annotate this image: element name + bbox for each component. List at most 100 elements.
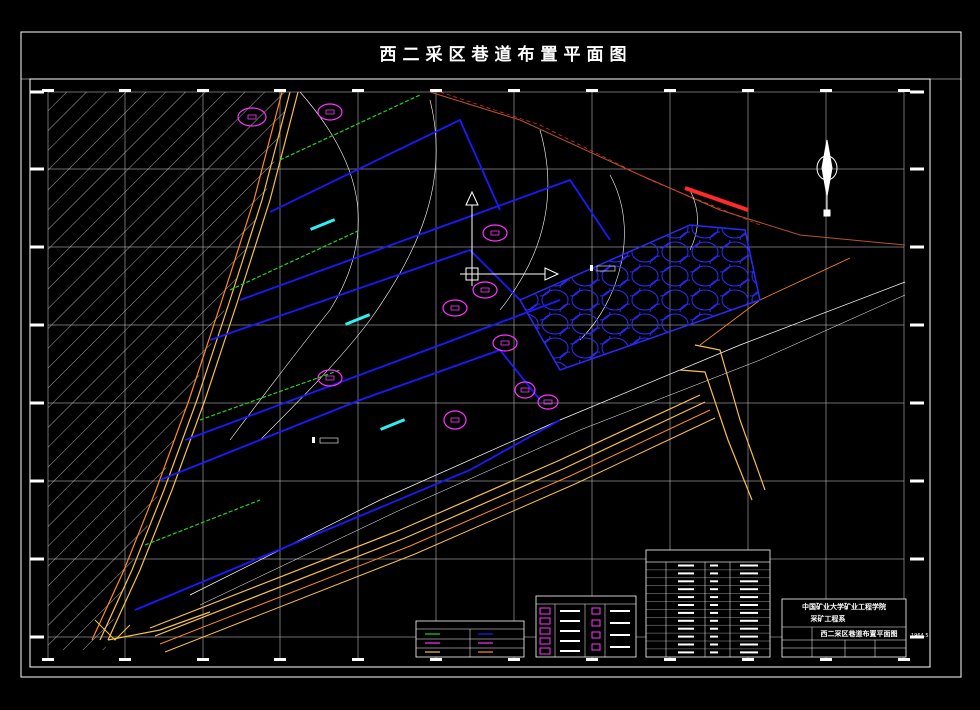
- grid-tick-bottom: [820, 658, 832, 661]
- parameter-table-cell: [710, 627, 718, 630]
- grid-tick-left: [30, 635, 44, 639]
- parameter-table-cell: [678, 619, 694, 622]
- grid-tick-right: [910, 401, 924, 405]
- parameter-table-cell: [740, 596, 758, 599]
- drawing-title: 西二采区巷道布置平面图: [380, 44, 633, 65]
- equipment-symbol: [450, 417, 460, 423]
- grid-tick-right: [910, 557, 924, 561]
- parameter-table-cell: [678, 596, 694, 599]
- equipment-symbol: [543, 399, 553, 405]
- equipment-callout-icon: [442, 299, 468, 317]
- equipment-callout-icon: [317, 369, 343, 387]
- title-block-school: 中国矿业大学矿业工程学院: [802, 602, 886, 611]
- parameter-table-cell: [710, 596, 718, 599]
- grid-tick-bottom: [664, 658, 676, 661]
- grid-tick-bottom: [508, 658, 520, 661]
- parameter-table-cell: [678, 635, 694, 638]
- equipment-callout-icon: [537, 394, 559, 410]
- parameter-table: [645, 549, 771, 658]
- parameter-table-cell: [740, 572, 758, 575]
- grid-tick-left: [30, 557, 44, 561]
- equipment-symbol: [500, 340, 510, 346]
- scale-note: 1964.5: [911, 633, 929, 639]
- grid-tick-bottom: [42, 658, 54, 661]
- grid-tick-left: [30, 167, 44, 171]
- equipment-symbol: [490, 230, 500, 236]
- grid-tick-bottom: [742, 658, 754, 661]
- grid-tick-bottom: [430, 658, 442, 661]
- grid-tick-left: [30, 323, 44, 327]
- grid-tick-right: [910, 245, 924, 249]
- grid-tick-bottom: [898, 658, 910, 661]
- parameter-table-cell: [710, 604, 718, 606]
- grid-tick-top: [430, 89, 442, 92]
- grid-tick-left: [30, 245, 44, 249]
- equipment-symbol: [450, 305, 460, 311]
- roadway-labels: [310, 218, 406, 431]
- parameter-table-cell: [740, 627, 758, 630]
- parameter-table-cell: [740, 611, 758, 614]
- parameter-table-cell: [678, 604, 694, 606]
- title-block-drawing-name: 西二采区巷道布置平面图: [821, 629, 898, 638]
- coordinate-marker-icon: [460, 190, 560, 286]
- grid-tick-right: [910, 167, 924, 171]
- legend-table-symbols: [415, 620, 525, 658]
- grid-tick-right: [910, 479, 924, 483]
- grid-tick-bottom: [119, 658, 131, 661]
- equipment-callout-icon: [472, 281, 498, 299]
- mine-plan-drawing: 西二采区巷道布置平面图 中国矿业大学矿业工程学院 采矿工程系 西二采区巷道布置平…: [20, 31, 962, 678]
- grid-tick-left: [30, 90, 44, 94]
- equipment-symbol: [520, 387, 530, 393]
- parameter-table-cell: [710, 635, 718, 638]
- grid-tick-top: [274, 89, 286, 92]
- parameter-table-cell: [678, 580, 694, 583]
- parameter-table-cell: [740, 643, 758, 646]
- grid-tick-bottom: [352, 658, 364, 661]
- grid-tick-right: [910, 323, 924, 327]
- parameter-table-cell: [678, 564, 694, 567]
- grid-tick-bottom: [197, 658, 209, 661]
- grid-tick-top: [742, 89, 754, 92]
- parameter-table-cell: [740, 564, 758, 567]
- grid-tick-top: [820, 89, 832, 92]
- parameter-table-cell: [678, 651, 694, 654]
- title-block-department: 采矿工程系: [810, 614, 846, 623]
- parameter-table-cell: [678, 611, 694, 614]
- grid-tick-top: [197, 89, 209, 92]
- parameter-table-cell: [740, 604, 758, 606]
- grid-tick-top: [586, 89, 598, 92]
- north-arrow-icon: [816, 139, 838, 217]
- parameter-table-cell: [710, 572, 718, 575]
- parameter-table-cell: [678, 572, 694, 575]
- hatched-boundary-zone: [48, 92, 290, 650]
- parameter-table-cell: [740, 588, 758, 591]
- grid-tick-top: [352, 89, 364, 92]
- equipment-symbol: [325, 109, 335, 115]
- parameter-table-cell: [740, 635, 758, 638]
- grid-tick-top: [508, 89, 520, 92]
- parameter-table-cell: [710, 651, 718, 654]
- parameter-table-cell: [678, 627, 694, 630]
- parameter-table-cell: [740, 651, 758, 654]
- parameter-table-cell: [710, 619, 718, 622]
- grid-tick-right: [910, 90, 924, 94]
- equipment-callouts: [237, 103, 559, 430]
- equipment-callout-icon: [492, 334, 518, 352]
- parameter-table-cell: [710, 611, 718, 614]
- equipment-callout-icon: [317, 103, 343, 121]
- parameter-table-cell: [740, 580, 758, 583]
- title-block: 中国矿业大学矿业工程学院 采矿工程系 西二采区巷道布置平面图 1964.5: [781, 598, 929, 658]
- grid-tick-left: [30, 401, 44, 405]
- grid-tick-bottom: [586, 658, 598, 661]
- parameter-table-cell: [710, 580, 718, 583]
- parameter-table-cell: [710, 564, 718, 567]
- equipment-callout-icon: [443, 410, 467, 430]
- parameter-table-cell: [710, 643, 718, 646]
- equipment-symbol: [325, 375, 335, 381]
- grid-tick-top: [664, 89, 676, 92]
- parameter-table-cell: [740, 619, 758, 622]
- grid-tick-left: [30, 479, 44, 483]
- parameter-table-cell: [678, 643, 694, 646]
- equipment-symbol: [480, 287, 490, 293]
- legend-table-equipment: [535, 595, 637, 658]
